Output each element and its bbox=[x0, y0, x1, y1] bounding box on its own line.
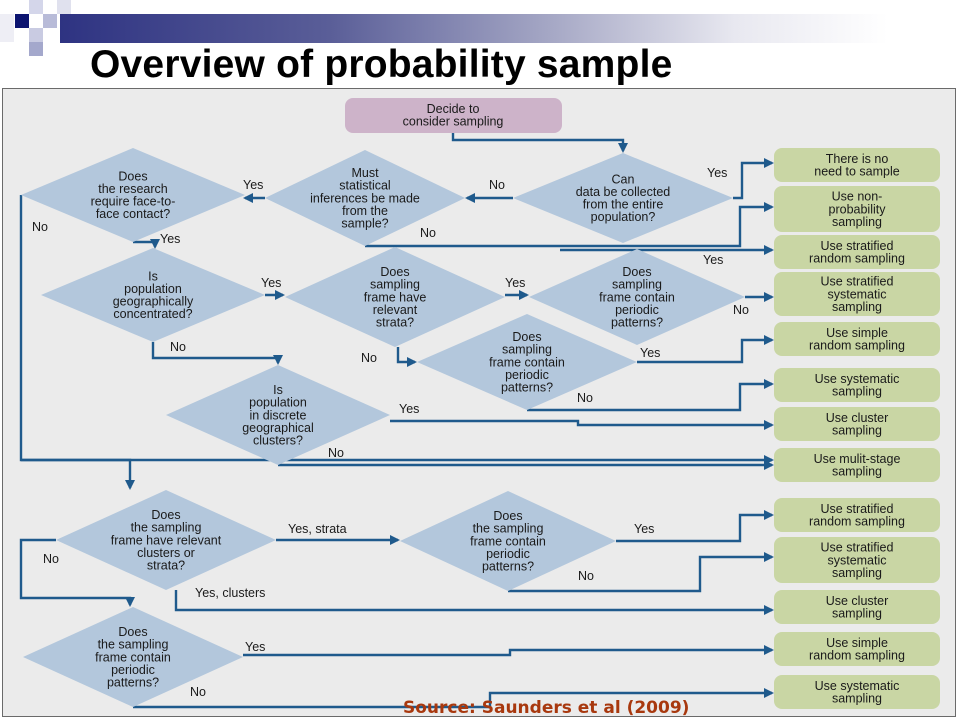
edge-label-periodic1-no: No bbox=[733, 303, 749, 317]
edge-label-periodic2-yes: Yes bbox=[640, 346, 660, 360]
outcome-cluster-2: Use clustersampling bbox=[774, 590, 940, 624]
outcome-text-line: sampling bbox=[832, 424, 882, 438]
edge-label-clusters-yes: Yes bbox=[399, 402, 419, 416]
edge-label-cs-yes-strata: Yes, strata bbox=[288, 522, 347, 536]
outcome-text-line: sampling bbox=[832, 385, 882, 399]
edge-label-periodic4-yes: Yes bbox=[245, 640, 265, 654]
decision-text-line: clusters? bbox=[253, 434, 303, 448]
outcome-text-line: sampling bbox=[832, 465, 882, 479]
decision-text-line: face contact? bbox=[96, 207, 170, 221]
decision-text-line: patterns? bbox=[482, 560, 534, 574]
edge-label-inference-yes: Yes bbox=[243, 178, 263, 192]
edge-label-periodic2-no: No bbox=[577, 391, 593, 405]
outcome-multi-stage: Use mulit-stagesampling bbox=[774, 448, 940, 482]
edge-label-entire-yes: Yes bbox=[707, 166, 727, 180]
decision-periodic-4: Doesthe samplingframe containperiodicpat… bbox=[23, 607, 243, 707]
connector-face-no-down bbox=[21, 458, 135, 490]
edge-label-entire-no: No bbox=[489, 178, 505, 192]
decision-clusters-or-strata: Doesthe samplingframe have relevantclust… bbox=[56, 490, 276, 590]
outcome-cluster-1: Use clustersampling bbox=[774, 407, 940, 441]
edge-label-inference-no: No bbox=[420, 226, 436, 240]
outcome-stratified-random-1: Use stratifiedrandom sampling bbox=[774, 235, 940, 269]
edge-label-geo-yes: Yes bbox=[261, 276, 281, 290]
outcome-stratified-systematic-2: Use stratifiedsystematicsampling bbox=[774, 537, 940, 583]
edge-label-periodic4-no: No bbox=[190, 685, 206, 699]
outcome-simple-random-1: Use simplerandom sampling bbox=[774, 322, 940, 356]
decision-text-line: patterns? bbox=[107, 676, 159, 690]
start-box: Decide toconsider sampling bbox=[345, 98, 562, 133]
edge-label-strata-yes: Yes bbox=[505, 276, 525, 290]
start-text-line: consider sampling bbox=[403, 115, 504, 129]
outcome-non-probability: Use non-probabilitysampling bbox=[774, 186, 940, 232]
decision-text-line: concentrated? bbox=[113, 307, 192, 321]
flowchart: Candata be collectedfrom the entirepopul… bbox=[19, 98, 940, 709]
decision-text-line: strata? bbox=[147, 559, 185, 573]
outcome-no-need: There is noneed to sample bbox=[774, 148, 940, 182]
outcome-stratified-random-2: Use stratifiedrandom sampling bbox=[774, 498, 940, 532]
edge-label-face-no: No bbox=[32, 220, 48, 234]
decision-text-line: patterns? bbox=[611, 316, 663, 330]
edge-label-periodic3-no: No bbox=[578, 569, 594, 583]
outcome-text-line: random sampling bbox=[809, 515, 905, 529]
outcome-simple-random-2: Use simplerandom sampling bbox=[774, 632, 940, 666]
edge-label-periodic3-yes: Yes bbox=[634, 522, 654, 536]
edge-label-cs-yes-clusters: Yes, clusters bbox=[195, 586, 265, 600]
decision-text-line: strata? bbox=[376, 316, 414, 330]
outcome-text-line: random sampling bbox=[809, 649, 905, 663]
outcome-text-line: random sampling bbox=[809, 339, 905, 353]
outcome-text-line: sampling bbox=[832, 607, 882, 621]
source-citation: Source: Saunders et al (2009) bbox=[403, 698, 690, 718]
connector-periodic4-yes bbox=[243, 645, 774, 657]
edge-label-clusters-no: No bbox=[328, 446, 344, 460]
connector-start-to-entire bbox=[451, 133, 628, 153]
edge-label-face-yes: Yes bbox=[160, 232, 180, 246]
decision-geo-concentrated: Ispopulationgeographicallyconcentrated? bbox=[41, 248, 265, 342]
decision-text-line: population? bbox=[591, 210, 656, 224]
outcome-systematic-2: Use systematicsampling bbox=[774, 675, 940, 709]
edge-label-cs-no: No bbox=[43, 552, 59, 566]
outcome-text-line: random sampling bbox=[809, 252, 905, 266]
outcome-text-line: sampling bbox=[832, 566, 882, 580]
connector-face-yes bbox=[133, 239, 160, 249]
decision-text-line: sample? bbox=[341, 217, 388, 231]
connector-entire-yes bbox=[733, 158, 774, 200]
decision-text-line: patterns? bbox=[501, 381, 553, 395]
outcome-stratified-systematic-1: Use stratifiedsystematicsampling bbox=[774, 272, 940, 316]
outcome-text-line: sampling bbox=[832, 215, 882, 229]
edge-label-strata-no: No bbox=[361, 351, 377, 365]
connector-strata-no bbox=[396, 347, 417, 367]
decision-entire-population: Candata be collectedfrom the entirepopul… bbox=[513, 153, 733, 243]
outcome-text-line: sampling bbox=[832, 692, 882, 706]
edge-label-geo-no: No bbox=[170, 340, 186, 354]
outcome-text-line: sampling bbox=[832, 300, 882, 314]
outcome-text-line: need to sample bbox=[814, 165, 900, 179]
decision-relevant-strata: Doessamplingframe haverelevantstrata? bbox=[285, 247, 505, 347]
outcome-systematic-1: Use systematicsampling bbox=[774, 368, 940, 402]
edge-label-periodic1-yes: Yes bbox=[703, 253, 723, 267]
connector-clusters-yes bbox=[390, 419, 774, 430]
decision-discrete-clusters: Ispopulationin discretegeographicalclust… bbox=[166, 365, 390, 465]
decision-face-to-face: Doesthe researchrequire face-to-face con… bbox=[21, 148, 245, 242]
